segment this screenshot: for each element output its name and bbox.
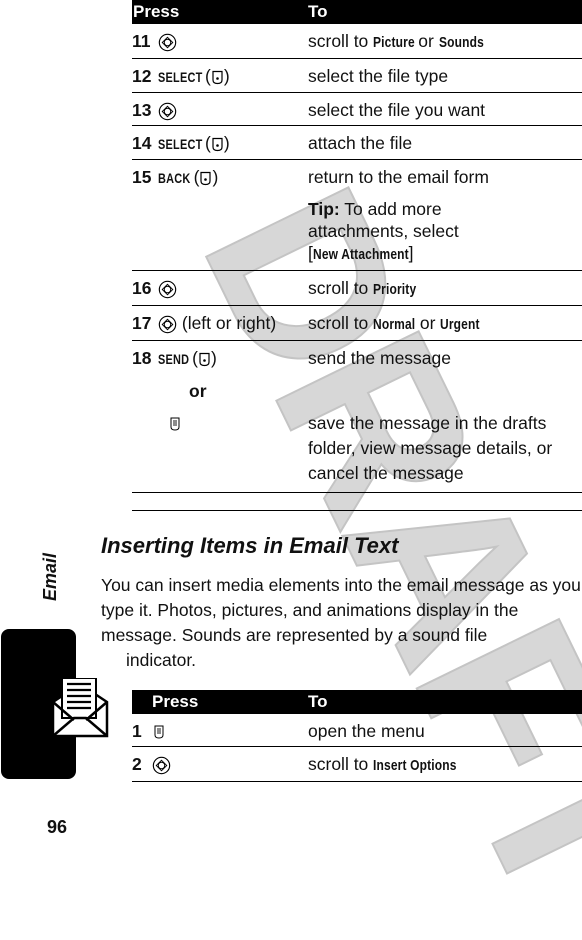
step-text: scroll to	[308, 31, 374, 51]
table-row: 12 SELECT() select the file type	[132, 58, 582, 93]
table-end-rule	[132, 510, 582, 511]
nav-key-icon	[158, 102, 177, 121]
step-number: 16	[132, 278, 152, 298]
chapter-label: Email	[40, 552, 60, 601]
nav-key-icon	[158, 315, 177, 334]
back-key-label: BACK	[158, 170, 191, 186]
step-number: 11	[132, 31, 151, 51]
header-to: To	[308, 0, 582, 24]
table-row: 18 SEND() or send the message save the me…	[132, 340, 582, 493]
step-number: 2	[132, 746, 152, 782]
header-num	[132, 690, 152, 714]
email-envelope-icon	[51, 678, 109, 738]
soft-key-icon	[198, 352, 211, 367]
menu-keyword: Priority	[373, 281, 417, 298]
menu-keyword: Insert Options	[373, 757, 457, 774]
step-number: 17	[132, 313, 152, 333]
nav-key-icon	[158, 280, 177, 299]
body-text: You can insert media elements into the e…	[101, 575, 581, 645]
table-row: 13 select the file you want	[132, 92, 582, 126]
or-label: or	[189, 381, 207, 401]
insert-steps-table: Press To 1 open the menu 2 scroll to Ins…	[132, 690, 582, 782]
step-text: select the file you want	[308, 100, 486, 120]
step-text: save the message in the drafts folder, v…	[308, 413, 553, 483]
step-text: or	[413, 31, 439, 51]
body-text-tail: indicator.	[126, 650, 197, 670]
tip-label: Tip:	[308, 199, 340, 219]
step-text: open the menu	[308, 721, 425, 741]
menu-keyword: New Attachment	[312, 246, 409, 263]
section-title: Inserting Items in Email Text	[101, 533, 399, 558]
table-row: 11 scroll to Picture or Sounds	[132, 24, 582, 59]
select-key-label: SELECT	[158, 69, 203, 85]
select-key-label: SELECT	[158, 136, 203, 152]
tip: Tip: To add more attachments, select [Ne…	[308, 198, 538, 266]
header-press: Press	[152, 690, 308, 714]
section-body: You can insert media elements into the e…	[101, 573, 581, 673]
step-number: 18	[132, 348, 152, 368]
table-row: 14 SELECT() attach the file	[132, 125, 582, 160]
step-number: 15	[132, 167, 152, 187]
step-text: scroll to	[308, 278, 374, 298]
step-text: select the file type	[308, 66, 449, 86]
menu-keyword: Sounds	[438, 34, 484, 51]
menu-keyword: Normal	[373, 316, 416, 333]
step-number: 12	[132, 66, 152, 86]
steps-table-continued: Press To 11 scroll to Picture or Sounds …	[132, 0, 582, 493]
menu-key-icon	[170, 417, 180, 431]
table-header: Press To	[132, 0, 582, 24]
step-text: or	[415, 313, 441, 333]
step-number: 13	[132, 100, 152, 120]
nav-key-icon	[158, 33, 177, 52]
step-text: send the message	[308, 348, 452, 368]
step-text: attach the file	[308, 133, 413, 153]
step-number: 14	[132, 133, 152, 153]
header-press: Press	[132, 0, 308, 24]
direction-text: (left or right)	[177, 313, 277, 333]
table-row: 1 open the menu	[132, 714, 582, 747]
step-number: 1	[132, 714, 152, 747]
send-key-label: SEND	[158, 351, 190, 367]
table-row: 16 scroll to Priority	[132, 270, 582, 306]
table-header: Press To	[132, 690, 582, 714]
menu-key-icon	[154, 725, 164, 739]
soft-key-icon	[211, 70, 224, 85]
step-text: return to the email form	[308, 167, 489, 187]
header-to: To	[308, 690, 582, 714]
table-row: 2 scroll to Insert Options	[132, 746, 582, 782]
menu-keyword: Urgent	[440, 316, 480, 333]
soft-key-icon	[199, 171, 212, 186]
menu-keyword: Picture	[373, 34, 415, 51]
soft-key-icon	[211, 137, 224, 152]
table-row: 17 (left or right) scroll to Normal or U…	[132, 305, 582, 341]
step-text: scroll to	[308, 313, 374, 333]
step-text: scroll to	[308, 754, 374, 774]
table-row: 15 BACK() return to the email form Tip: T…	[132, 159, 582, 271]
nav-key-icon	[152, 756, 171, 775]
